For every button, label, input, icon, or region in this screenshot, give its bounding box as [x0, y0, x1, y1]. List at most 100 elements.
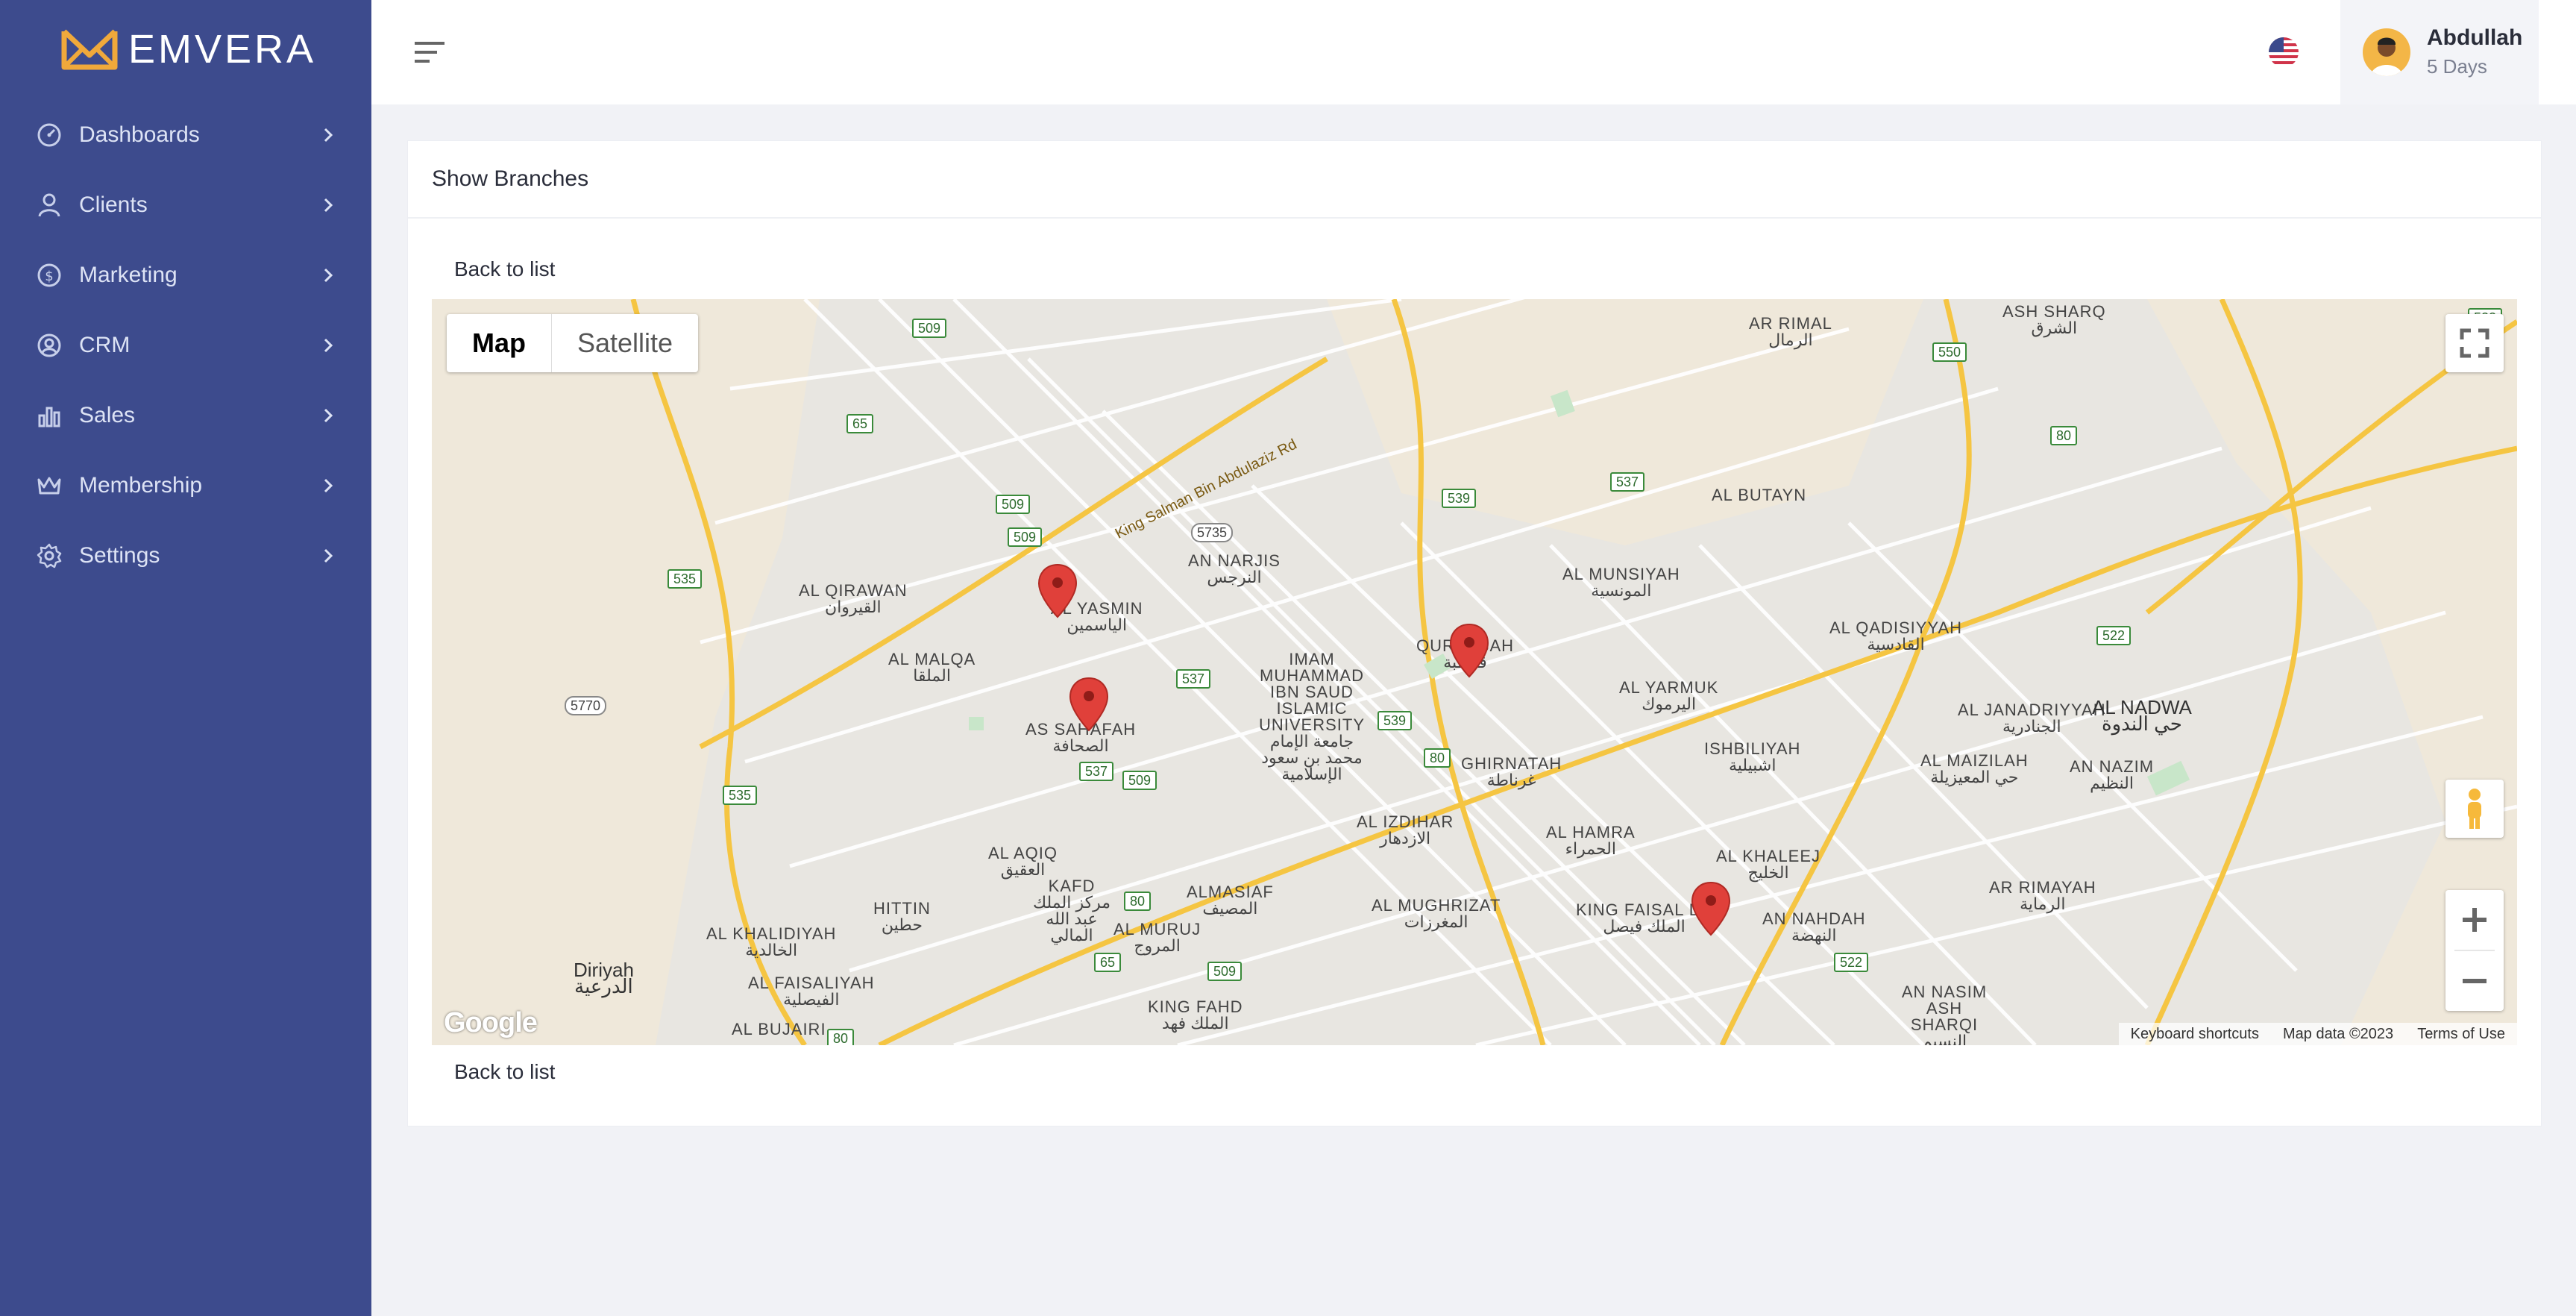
google-logo: Google	[444, 1007, 538, 1038]
map-label: AL MALQA الملقا	[888, 650, 976, 685]
map-label: GHIRNATAH غرناطة	[1461, 754, 1562, 789]
sidebar-item-clients[interactable]: Clients	[0, 170, 371, 240]
brand-logo[interactable]: EMVERA	[60, 25, 316, 73]
map-label: AN NASIM ASH SHARQIالنسيم الشرقي	[1901, 983, 1988, 1046]
map-label: AL HAMRA الحمراء	[1546, 823, 1636, 858]
map-label: AL BUTAYN	[1712, 486, 1807, 504]
map-label: AL JANADRIYYAH الجنادرية	[1958, 701, 2106, 736]
chevron-right-icon	[324, 478, 333, 493]
map-label: AL MUGHRIZAT المغرزات	[1372, 896, 1501, 931]
user-icon	[38, 193, 60, 217]
map-label: ISHBILIYAH اشبيلية	[1704, 739, 1801, 774]
chevron-right-icon	[324, 408, 333, 423]
sidebar-item-label: Clients	[79, 192, 148, 217]
user-circle-icon	[37, 333, 61, 357]
route-shield: 537	[1610, 472, 1645, 492]
sidebar-item-sales[interactable]: Sales	[0, 380, 371, 451]
map-label: AL NADWA حي الندوة	[2092, 696, 2192, 735]
sidebar-item-label: Membership	[79, 473, 203, 498]
map-label: AL AQIQ العقيق	[988, 844, 1058, 879]
branch-marker[interactable]	[1449, 623, 1489, 678]
map-label: KING FAHD الملك فهد	[1148, 997, 1243, 1033]
route-shield: 535	[667, 569, 703, 589]
branch-marker[interactable]	[1691, 881, 1731, 936]
map-label: ASH SHARQ الشرق	[2002, 302, 2106, 337]
route-shield: 550	[1932, 342, 1967, 362]
sidebar-item-label: Dashboards	[79, 122, 200, 147]
chevron-right-icon	[324, 268, 333, 283]
menu-toggle-icon[interactable]	[413, 39, 446, 66]
zoom-controls	[2445, 890, 2504, 1011]
route-shield: 522	[1834, 953, 1869, 972]
bar-chart-icon	[38, 407, 60, 427]
route-shield: 539	[1377, 711, 1413, 730]
branches-card: Show Branches Back to list King Salman B…	[407, 140, 2542, 1127]
map-label: HITTIN حطين	[873, 899, 931, 934]
route-shield: 80	[2050, 426, 2078, 445]
map-label: AL FAISALIYAH الفيصلية	[748, 974, 875, 1009]
street-view-button[interactable]	[2445, 780, 2504, 838]
sidebar-item-crm[interactable]: CRM	[0, 310, 371, 380]
branches-map[interactable]: King Salman Bin Abdulaziz Rd AL QIRAWAN ا…	[432, 299, 2517, 1045]
route-shield: 522	[2096, 626, 2132, 645]
sidebar-nav: Dashboards Clients $ Marketing CRM Sales…	[0, 100, 371, 591]
sidebar-item-label: Marketing	[79, 263, 178, 287]
route-shield: 509	[1008, 527, 1043, 547]
branch-marker[interactable]	[1069, 677, 1109, 732]
user-menu[interactable]: Abdullah 5 Days	[2340, 0, 2539, 104]
svg-text:$: $	[45, 269, 53, 284]
chevron-right-icon	[324, 548, 333, 563]
map-label: AL MURUJ المروج	[1113, 920, 1201, 955]
gear-icon	[37, 543, 62, 568]
sidebar-item-settings[interactable]: Settings	[0, 521, 371, 591]
keyboard-shortcuts-link[interactable]: Keyboard shortcuts	[2119, 1023, 2271, 1045]
route-shield: 537	[1079, 762, 1114, 781]
map-type-satellite-button[interactable]: Satellite	[552, 314, 698, 372]
map-label: AL KHALEEJ الخليج	[1716, 847, 1821, 882]
user-name: Abdullah	[2427, 25, 2523, 50]
route-shield: 509	[912, 319, 947, 338]
chevron-right-icon	[324, 338, 333, 353]
terms-of-use-link[interactable]: Terms of Use	[2405, 1023, 2517, 1045]
fullscreen-icon	[2460, 328, 2489, 358]
back-to-list-link-bottom[interactable]: Back to list	[454, 1060, 555, 1084]
card-title: Show Branches	[408, 141, 2541, 219]
zoom-in-button[interactable]	[2445, 890, 2504, 950]
fullscreen-button[interactable]	[2445, 314, 2504, 372]
route-shield: 80	[1424, 748, 1451, 768]
route-shield: 5770	[565, 696, 607, 715]
map-label: AN NARJIS النرجس	[1188, 551, 1281, 586]
sidebar-item-label: Sales	[79, 403, 136, 427]
sidebar-item-membership[interactable]: Membership	[0, 451, 371, 521]
map-label: KAFD مركز الملك عبد الله المالي	[1032, 877, 1110, 944]
sidebar-item-marketing[interactable]: $ Marketing	[0, 240, 371, 310]
chevron-right-icon	[324, 198, 333, 213]
map-label: AL MAIZILAH حي المعيزيلة	[1920, 751, 2029, 786]
map-label: AL QIRAWAN القيروان	[799, 581, 908, 616]
sidebar-item-dashboards[interactable]: Dashboards	[0, 100, 371, 170]
us-flag-icon[interactable]	[2269, 37, 2299, 67]
map-label: AR RIMAL الرمال	[1749, 314, 1832, 349]
branch-marker[interactable]	[1037, 563, 1078, 618]
map-label: AN NAHDAH النهضة	[1762, 909, 1866, 944]
map-label: AL YARMUK اليرموك	[1619, 678, 1719, 713]
map-type-toggle: Map Satellite	[447, 314, 699, 372]
topbar: Abdullah 5 Days	[371, 0, 2576, 104]
zoom-out-button[interactable]	[2445, 951, 2504, 1011]
route-shield: 509	[1122, 771, 1157, 790]
back-to-list-link[interactable]: Back to list	[454, 257, 555, 281]
chevron-right-icon	[324, 128, 333, 142]
route-shield: 65	[846, 414, 874, 433]
map-label: ALMASIAF المصيف	[1187, 883, 1274, 918]
map-label: AL QADISIYYAH القادسية	[1829, 618, 1963, 654]
map-label: Diriyah الدرعية	[574, 959, 634, 997]
route-shield: 537	[1176, 669, 1211, 689]
map-label: IMAM MUHAMMAD IBN SAUD ISLAMIC UNIVERSIT…	[1258, 650, 1366, 783]
user-subtitle: 5 Days	[2427, 55, 2487, 78]
map-type-map-button[interactable]: Map	[447, 314, 552, 372]
sidebar-item-label: CRM	[79, 333, 131, 357]
route-shield: 80	[827, 1029, 855, 1045]
crown-icon	[37, 477, 61, 495]
route-shield: 5735	[1191, 523, 1234, 542]
route-shield: 509	[996, 495, 1031, 514]
